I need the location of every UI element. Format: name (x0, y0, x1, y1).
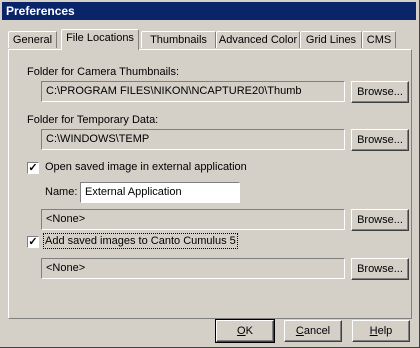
temporary-data-browse-button[interactable]: Browse... (351, 129, 409, 151)
open-external-label[interactable]: Open saved image in external application (45, 161, 247, 173)
name-label: Name: (45, 186, 78, 198)
cancel-button[interactable]: Cancel (284, 320, 342, 342)
file-locations-panel: Folder for Camera Thumbnails: C:\PROGRAM… (8, 49, 412, 319)
open-external-checkbox[interactable]: ✓ (27, 162, 39, 174)
camera-thumbnails-label: Folder for Camera Thumbnails: (27, 66, 180, 78)
camera-thumbnails-browse-button[interactable]: Browse... (351, 81, 409, 103)
canto-label[interactable]: Add saved images to Canto Cumulus 5 (43, 233, 238, 249)
tab-thumbnails[interactable]: Thumbnails (141, 31, 216, 48)
tab-grid-lines[interactable]: Grid Lines (300, 31, 362, 48)
temporary-data-path: C:\WINDOWS\TEMP (41, 129, 345, 150)
canto-checkbox[interactable]: ✓ (27, 236, 39, 248)
cancel-mnemonic: C (295, 325, 304, 337)
external-app-path: <None> (41, 209, 345, 230)
window-title[interactable]: Preferences (2, 2, 416, 20)
ok-mnemonic: O (237, 325, 246, 337)
camera-thumbnails-path: C:\PROGRAM FILES\NIKON\NCAPTURE20\Thumb (41, 81, 345, 102)
external-app-browse-button[interactable]: Browse... (351, 209, 409, 231)
external-app-name-input[interactable]: External Application (80, 182, 240, 203)
help-button[interactable]: Help (352, 320, 410, 342)
help-mnemonic: H (369, 325, 378, 337)
tab-cms[interactable]: CMS (362, 31, 396, 48)
cancel-label: ancel (303, 325, 331, 337)
temporary-data-label: Folder for Temporary Data: (27, 114, 159, 126)
canto-browse-button[interactable]: Browse... (351, 258, 409, 280)
tab-strip: General File Locations Thumbnails Advanc… (8, 29, 412, 50)
tab-general[interactable]: General (8, 31, 57, 48)
help-label: elp (377, 325, 393, 337)
ok-button[interactable]: OK (215, 319, 275, 343)
preferences-dialog: Preferences General File Locations Thumb… (0, 0, 420, 348)
tab-advanced-color[interactable]: Advanced Color (216, 31, 300, 48)
ok-label: K (245, 325, 253, 337)
tab-file-locations[interactable]: File Locations (61, 29, 139, 50)
canto-path: <None> (41, 258, 345, 279)
